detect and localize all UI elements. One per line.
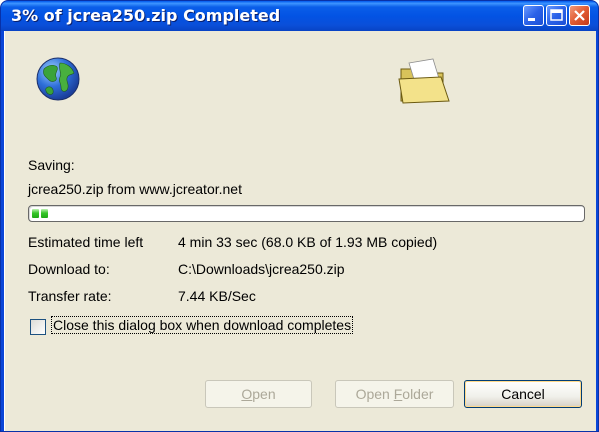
eta-value: 4 min 33 sec (68.0 KB of 1.93 MB copied) (178, 234, 438, 250)
transfer-rate-value: 7.44 KB/Sec (178, 288, 256, 304)
globe-icon (36, 57, 80, 101)
eta-label: Estimated time left (28, 234, 144, 250)
open-button[interactable]: Open (205, 380, 312, 408)
window-title: 3% of jcrea250.zip Completed (11, 6, 281, 25)
progress-fill (32, 209, 48, 218)
close-icon (574, 10, 585, 21)
minimize-icon (528, 18, 535, 21)
dialog-body (4, 31, 596, 431)
download-dialog: 3% of jcrea250.zip Completed Saving: jcr… (0, 0, 599, 432)
transfer-rate-label: Transfer rate: (28, 288, 112, 304)
title-bar[interactable]: 3% of jcrea250.zip Completed (1, 1, 598, 31)
progress-segment (41, 209, 48, 218)
cancel-button[interactable]: Cancel (464, 380, 582, 408)
progress-segment (32, 209, 39, 218)
open-folder-button[interactable]: Open Folder (335, 380, 454, 408)
saving-source: jcrea250.zip from www.jcreator.net (28, 181, 242, 197)
download-to-value: C:\Downloads\jcrea250.zip (178, 261, 345, 277)
maximize-icon (550, 9, 563, 21)
download-to-label: Download to: (28, 261, 110, 277)
maximize-button[interactable] (546, 5, 567, 26)
saving-label: Saving: (28, 157, 75, 173)
open-folder-icon (398, 58, 450, 104)
minimize-button[interactable] (523, 5, 544, 26)
cancel-button-label: Cancel (501, 386, 545, 402)
close-when-complete-checkbox[interactable] (30, 319, 46, 335)
close-when-complete-label[interactable]: Close this dialog box when download comp… (51, 316, 354, 334)
open-folder-button-label: Open Folder (355, 386, 434, 402)
download-progress-bar (28, 205, 585, 222)
close-button[interactable] (569, 5, 590, 26)
open-button-label: Open (241, 386, 276, 402)
